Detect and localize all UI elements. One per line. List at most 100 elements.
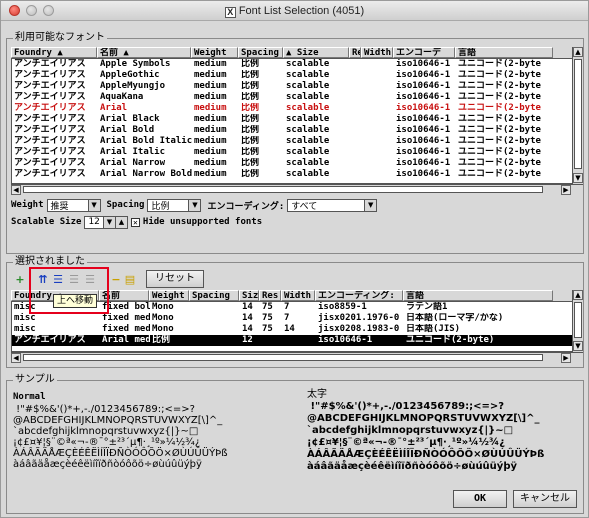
cancel-button[interactable]: キャンセル (513, 490, 577, 508)
table-cell: Arial Bold (100, 125, 155, 135)
ok-button[interactable]: OK (453, 490, 507, 508)
column-header[interactable]: エンコーデ (393, 47, 455, 58)
available-fonts-vscroll[interactable]: ▲ ▼ (572, 47, 583, 184)
table-row[interactable]: アンチエイリアス Arial Black medium 比例 scalable iso10… (12, 114, 572, 125)
column-header[interactable]: Spacing (238, 47, 283, 58)
table-cell (190, 313, 240, 324)
table-row[interactable]: アンチエイリアス Arial Narrow medium 比例 scalable iso1… (12, 158, 572, 169)
table-row[interactable]: アンチエイリアス Arial medium比例 12 iso10646-1 ユニコード(… (12, 335, 572, 346)
sample-line: @ABCDEFGHIJKLMNOPQRSTUVWXYZ[\]^_ (307, 413, 540, 424)
column-header[interactable]: Size (239, 290, 259, 301)
table-cell: アンチエイリアス (14, 103, 86, 113)
scroll-left-arrow[interactable]: ◀ (11, 353, 21, 363)
scroll-left-arrow[interactable]: ◀ (11, 185, 21, 195)
weight-combo[interactable]: 推奨 ▼ (46, 198, 101, 212)
scroll-thumb[interactable] (574, 59, 582, 169)
column-header[interactable]: Res (259, 290, 281, 301)
table-cell: 14 (242, 324, 253, 334)
table-cell: iso10646-1 (396, 169, 451, 179)
table-cell: 比例 (241, 136, 260, 146)
column-header[interactable]: Re (349, 47, 361, 58)
delete-icon[interactable]: ▤ (123, 273, 137, 287)
chevron-up-icon[interactable]: ▲ (114, 216, 127, 228)
selected-fonts-vscroll[interactable]: ▲ ▼ (572, 290, 583, 352)
column-header[interactable]: ▲ Size (283, 47, 349, 58)
column-header[interactable]: Weight (149, 290, 189, 301)
table-row[interactable]: アンチエイリアス AquaKana medium 比例 scalable iso10646… (12, 92, 572, 103)
table-cell: 比例 (241, 81, 260, 91)
hide-unsupported-checkbox[interactable]: ✕ (130, 217, 140, 227)
available-fonts-list[interactable]: アンチエイリアス Apple Symbols medium 比例 scalable iso… (11, 58, 573, 184)
table-cell: 比例 (241, 59, 260, 69)
scalable-size-label: Scalable Size (11, 217, 82, 227)
scroll-up-arrow[interactable]: ▲ (573, 290, 583, 300)
table-row[interactable]: アンチエイリアス Arial Bold Italic medium 比例 scalabl… (12, 136, 572, 147)
remove-icon[interactable]: − (109, 273, 123, 287)
table-cell: scalable (286, 70, 330, 80)
title-bar[interactable]: X Font List Selection (4051) (1, 1, 588, 21)
column-header[interactable]: 言語 (455, 47, 553, 58)
table-cell: medium (194, 125, 227, 135)
table-cell: medium (194, 70, 227, 80)
column-header[interactable]: 名前 ▲ (97, 47, 191, 58)
table-cell: scalable (286, 147, 330, 157)
hscroll-thumb[interactable] (23, 354, 543, 361)
table-cell: jisx0201.1976-0 (318, 313, 400, 323)
encoding-combo[interactable]: すべて ▼ (287, 198, 378, 212)
chevron-down-icon[interactable]: ▼ (364, 199, 377, 211)
available-fonts-legend: 利用可能なフォント (13, 32, 107, 44)
table-row[interactable]: アンチエイリアス Arial Bold medium 比例 scalable iso106… (12, 125, 572, 136)
spacing-combo[interactable]: 比例 ▼ (147, 198, 202, 212)
scroll-up-arrow[interactable]: ▲ (573, 47, 583, 57)
table-cell: ユニコード(2-byte (458, 136, 541, 146)
table-row[interactable]: アンチエイリアス Arial Narrow Bold medium 比例 scalabl… (12, 169, 572, 180)
table-cell: アンチエイリアス (14, 70, 86, 80)
scalable-size-combo[interactable]: 12 ▼ ▲ (84, 215, 128, 229)
add-icon[interactable]: + (13, 273, 27, 287)
available-fonts-hscroll[interactable]: ◀ ▶ (11, 184, 583, 195)
table-row[interactable]: アンチエイリアス Arial Italic medium 比例 scalable iso1… (12, 147, 572, 158)
table-cell (362, 147, 394, 158)
chevron-down-icon[interactable]: ▼ (87, 199, 100, 211)
selected-fonts-hscroll[interactable]: ◀ ▶ (11, 352, 583, 363)
scroll-right-arrow[interactable]: ▶ (561, 353, 571, 363)
table-cell: ユニコード(2-byte (458, 147, 541, 157)
sample-line: ¡¢£¤¥¦§¨©ª«¬-®¯°±²³´µ¶·¸¹º»¼½¾¿ (307, 437, 506, 448)
chevron-down-icon[interactable]: ▼ (188, 199, 201, 211)
chevron-down-icon[interactable]: ▼ (102, 216, 115, 228)
sample-line: ÀÁÂÃÄÅÆÇÈÉÊËÌÍÎÏÐÑÒÓÔÕÖ×ØÙÚÛÜÝÞß (307, 449, 545, 460)
column-header[interactable]: Weight (191, 47, 238, 58)
table-row[interactable]: アンチエイリアス Arial medium 比例 scalable iso10646-1 ユ… (12, 103, 572, 114)
table-cell: Arial Narrow (100, 158, 166, 168)
table-row[interactable]: アンチエイリアス AppleGothic medium 比例 scalable iso10… (12, 70, 572, 81)
table-cell: iso10646-1 (318, 335, 373, 345)
table-row[interactable]: アンチエイリアス Apple Symbols medium 比例 scalable iso… (12, 59, 572, 70)
column-header[interactable]: エンコーディング: (315, 290, 403, 301)
scroll-down-arrow[interactable]: ▼ (573, 173, 583, 183)
scroll-thumb[interactable] (574, 302, 582, 338)
reset-button[interactable]: リセット (146, 270, 204, 288)
table-cell (282, 335, 316, 346)
table-row[interactable]: misc fixed medium*Mono 14 75 14 jisx0208.1983… (12, 324, 572, 335)
column-header[interactable]: Width (281, 290, 315, 301)
table-cell (260, 335, 282, 346)
table-cell: ユニコード(2-byte (458, 81, 541, 91)
column-header[interactable]: 言語 (403, 290, 553, 301)
scroll-down-arrow[interactable]: ▼ (573, 341, 583, 351)
table-cell: Mono (152, 324, 174, 334)
table-cell (350, 136, 362, 147)
scroll-right-arrow[interactable]: ▶ (561, 185, 571, 195)
column-header[interactable]: Spacing (189, 290, 239, 301)
hscroll-thumb[interactable] (23, 186, 543, 193)
table-cell: ユニコード(2-byte (458, 125, 541, 135)
table-cell (350, 158, 362, 169)
sample-line: `abcdefghijklmnopqrstuvwxyz{|}~□ (307, 425, 514, 436)
column-header[interactable]: Foundry ▲ (11, 47, 97, 58)
encoding-value: すべて (291, 201, 318, 212)
table-row[interactable]: アンチエイリアス AppleMyungjo medium 比例 scalable iso1… (12, 81, 572, 92)
table-cell (350, 147, 362, 158)
column-header[interactable]: Width (361, 47, 393, 58)
table-cell (362, 103, 394, 114)
table-cell: medium (194, 158, 227, 168)
table-row[interactable]: misc fixed medium*Mono 14 75 7 jisx0201.1976-… (12, 313, 572, 324)
